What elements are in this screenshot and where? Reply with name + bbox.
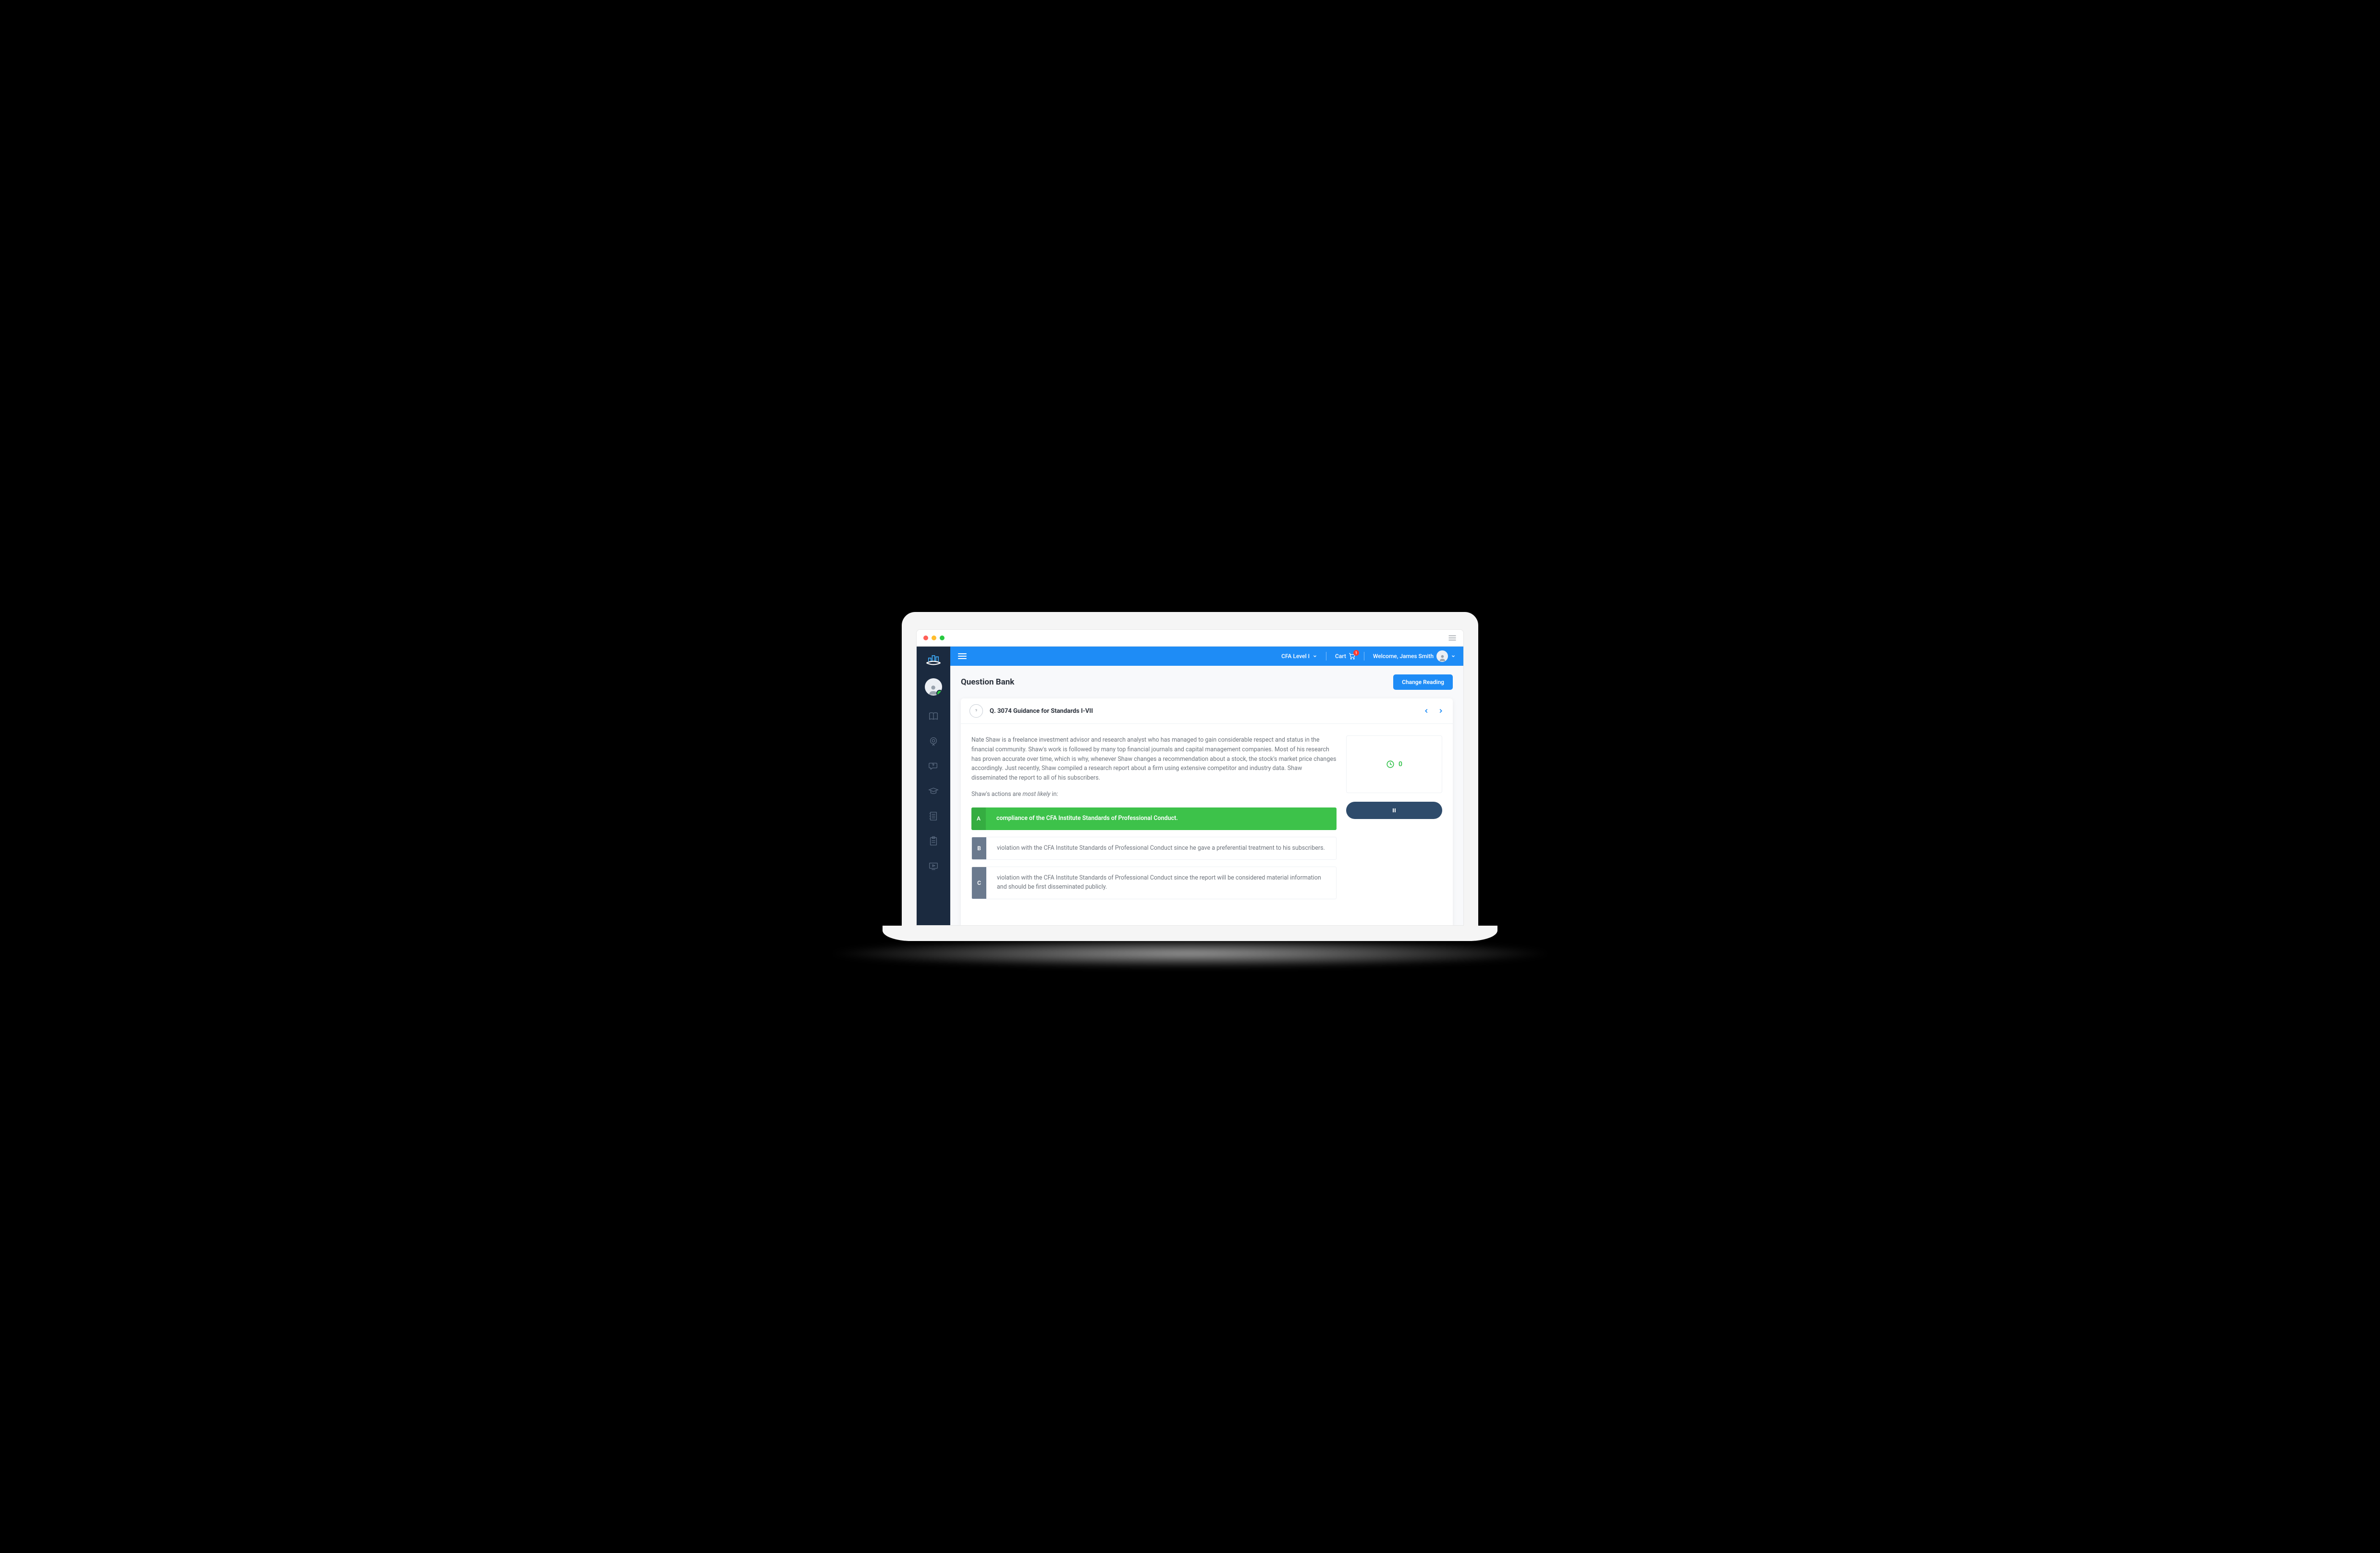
answer-text: compliance of the CFA Institute Standard…	[986, 807, 1337, 830]
next-question-icon[interactable]	[1437, 708, 1444, 714]
cart-label: Cart	[1335, 653, 1346, 660]
pause-button[interactable]	[1346, 802, 1442, 819]
cart-badge: 1	[1353, 650, 1359, 656]
topbar: CFA Level I Cart 1 Welcome,	[950, 647, 1463, 666]
answer-letter: A	[971, 807, 986, 830]
nav-video-icon[interactable]	[928, 861, 939, 873]
question-body: Nate Shaw is a freelance investment advi…	[971, 735, 1337, 783]
nav-graduation-icon[interactable]	[928, 786, 939, 798]
timer-widget: 0	[1346, 735, 1442, 793]
answer-text: violation with the CFA Institute Standar…	[986, 867, 1336, 899]
nav-clipboard-icon[interactable]	[928, 836, 939, 848]
chevron-down-icon	[1451, 654, 1456, 659]
welcome-text: Welcome, James Smith	[1373, 653, 1434, 660]
page-title: Question Bank	[961, 677, 1014, 687]
question-prompt: Shaw's actions are most likely in:	[971, 791, 1337, 798]
nav-question-icon[interactable]	[928, 761, 939, 773]
answer-text: violation with the CFA Institute Standar…	[986, 837, 1336, 860]
answer-letter: B	[972, 837, 986, 860]
nav-book-icon[interactable]	[928, 711, 939, 723]
question-title: Q. 3074 Guidance for Standards I-VII	[990, 708, 1093, 715]
minimize-window-dot[interactable]	[932, 636, 936, 640]
level-selector[interactable]: CFA Level I	[1281, 653, 1317, 660]
window-traffic-lights[interactable]	[923, 636, 945, 640]
close-window-dot[interactable]	[923, 636, 928, 640]
level-label: CFA Level I	[1281, 653, 1310, 660]
prev-question-icon[interactable]	[1423, 708, 1430, 714]
laptop-mockup: CFA Level I Cart 1 Welcome,	[902, 612, 1478, 941]
chevron-down-icon	[1313, 654, 1317, 659]
user-menu[interactable]: Welcome, James Smith	[1373, 650, 1456, 662]
change-reading-button[interactable]: Change Reading	[1393, 674, 1453, 690]
answer-letter: C	[972, 867, 986, 899]
clock-icon	[1386, 760, 1395, 769]
menu-toggle-icon[interactable]	[958, 653, 967, 659]
sidebar-avatar[interactable]	[925, 678, 942, 696]
browser-chrome-bar	[917, 630, 1463, 647]
nav-notebook-icon[interactable]	[928, 811, 939, 823]
user-avatar	[1436, 650, 1448, 662]
speech-bubble-icon	[969, 704, 983, 718]
answer-option-c[interactable]: Cviolation with the CFA Institute Standa…	[971, 867, 1337, 899]
cart-button[interactable]: Cart 1	[1335, 653, 1355, 660]
answer-option-a[interactable]: Acompliance of the CFA Institute Standar…	[971, 807, 1337, 830]
pause-icon	[1391, 807, 1398, 814]
nav-brain-icon[interactable]	[928, 736, 939, 748]
sidebar	[917, 647, 950, 925]
browser-menu-icon[interactable]	[1448, 635, 1457, 641]
answer-option-b[interactable]: Bviolation with the CFA Institute Standa…	[971, 837, 1337, 860]
maximize-window-dot[interactable]	[940, 636, 945, 640]
timer-value: 0	[1399, 760, 1402, 768]
app-logo[interactable]	[925, 652, 942, 667]
